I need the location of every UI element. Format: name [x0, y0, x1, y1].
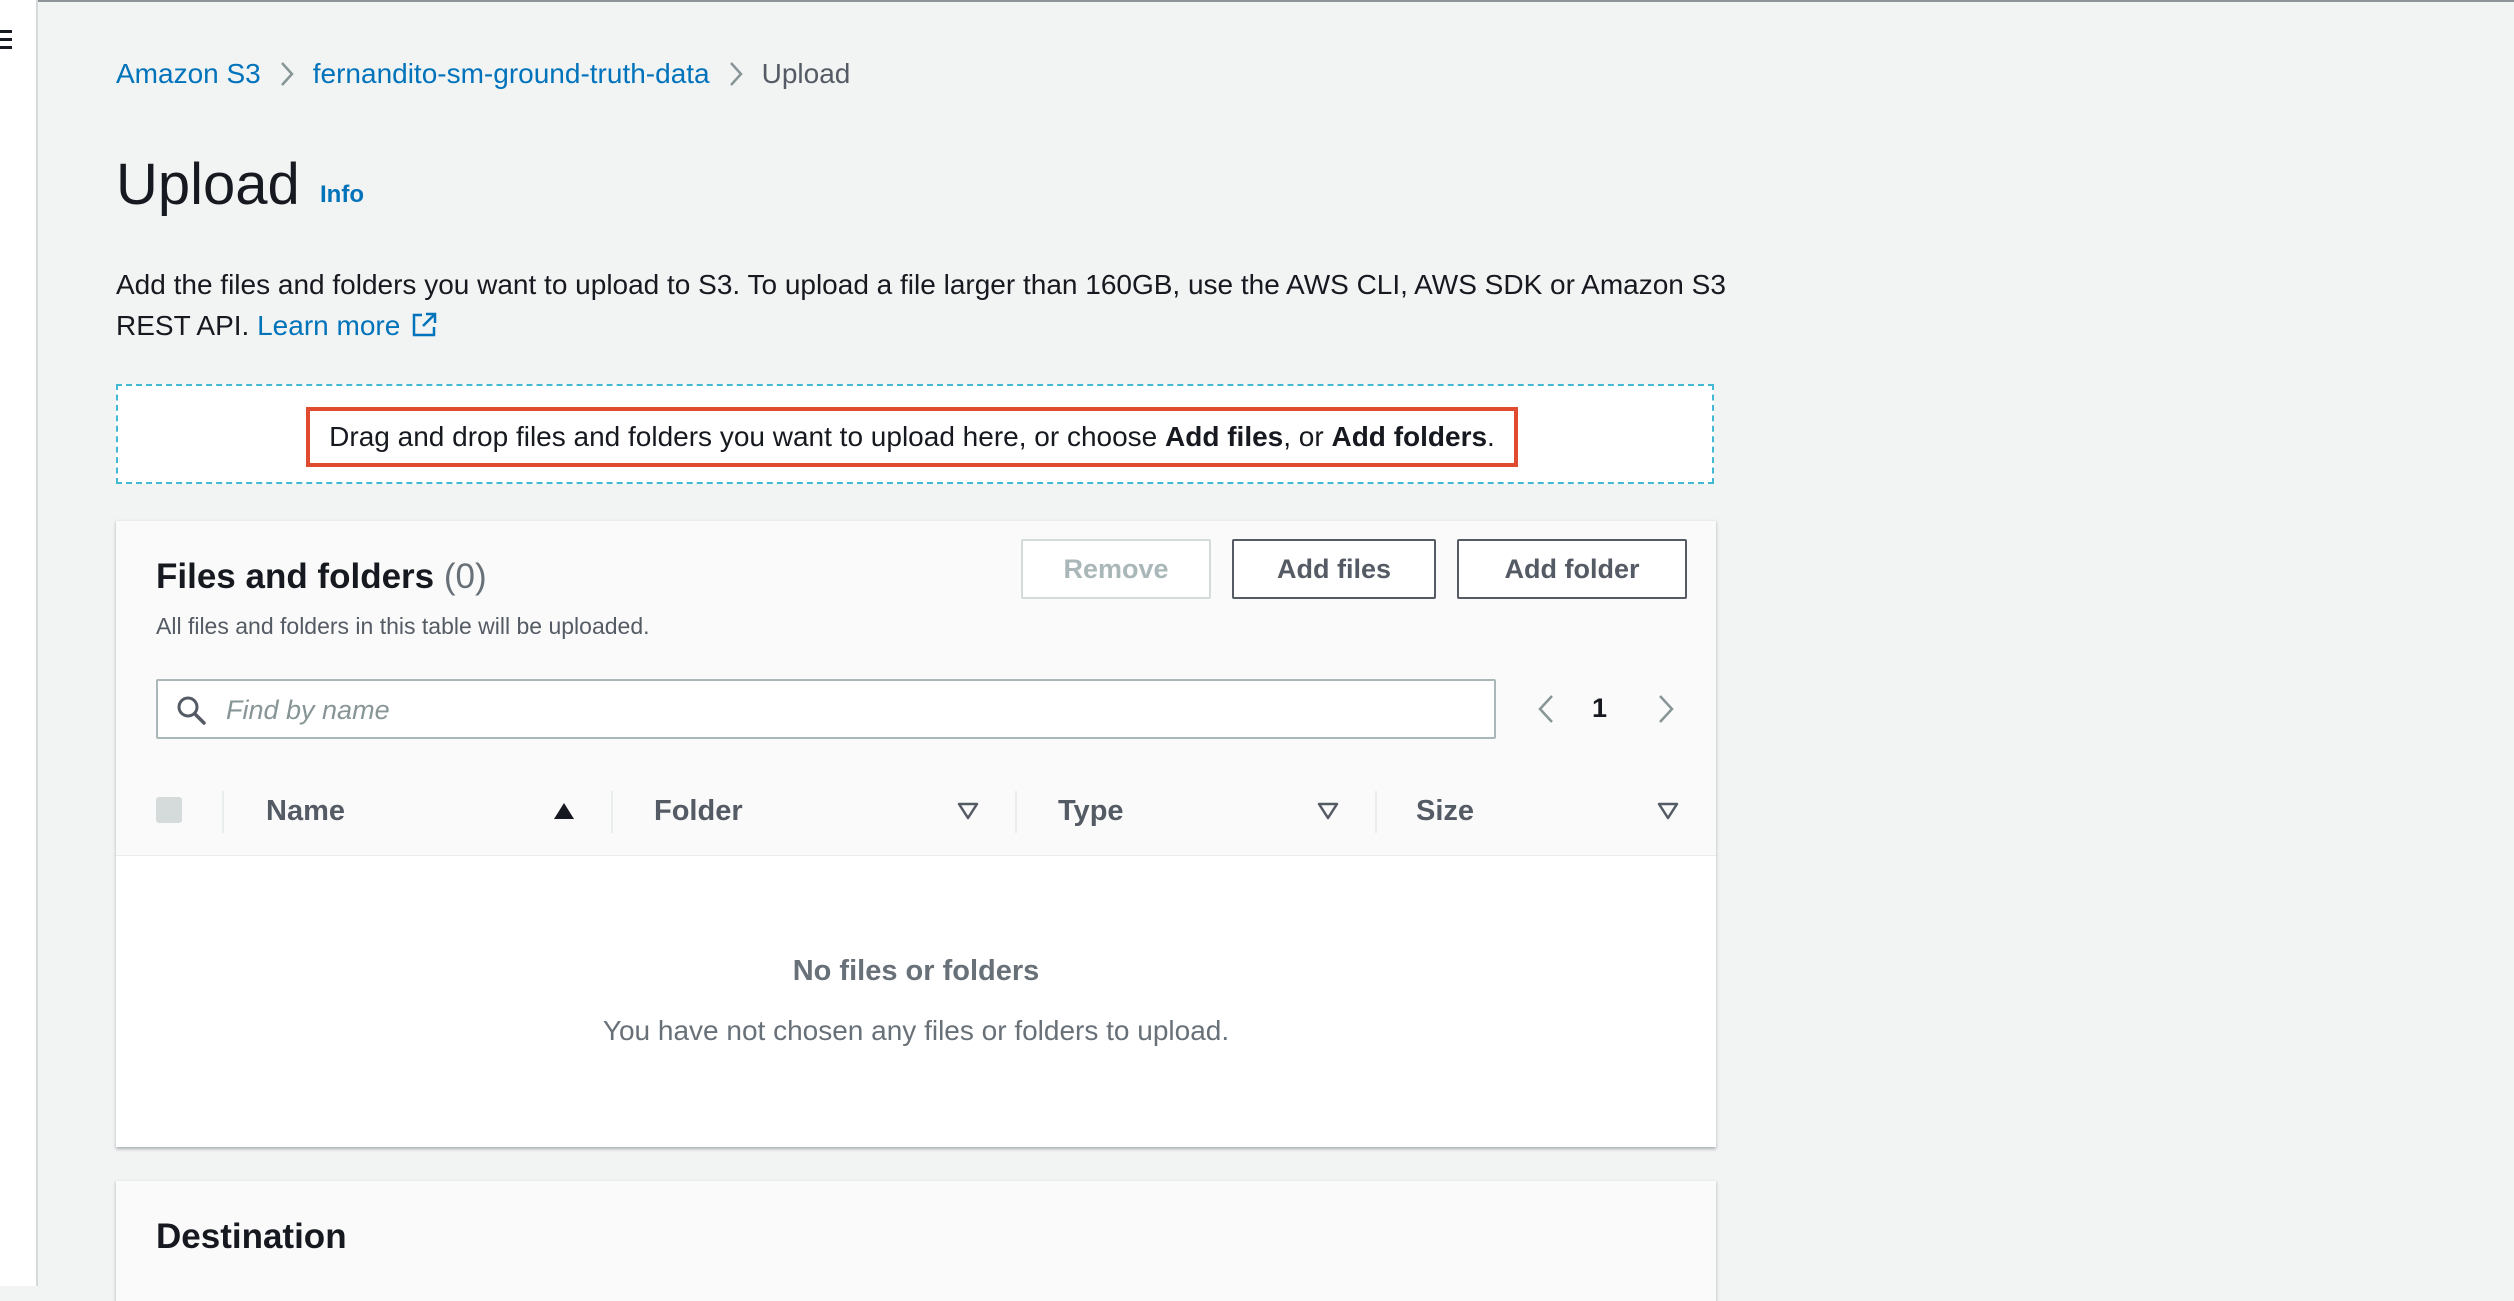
search-input[interactable] — [224, 691, 1478, 729]
current-page-number[interactable]: 1 — [1592, 693, 1607, 724]
panel-subtitle: All files and folders in this table will… — [156, 613, 650, 639]
panel-header: Files and folders (0) All files and fold… — [116, 521, 1716, 770]
column-header-folder[interactable]: Folder — [654, 795, 743, 828]
empty-state: No files or folders You have not chosen … — [116, 855, 1716, 1145]
empty-state-subtitle: You have not chosen any files or folders… — [602, 1015, 1230, 1046]
dropzone-add-folders: Add folders — [1331, 421, 1488, 452]
column-divider — [611, 791, 613, 833]
dropzone-middle: , or — [1283, 421, 1332, 452]
breadcrumb-amazon-s3[interactable]: Amazon S3 — [116, 58, 261, 90]
column-divider — [222, 791, 224, 833]
add-folder-button[interactable]: Add folder — [1457, 539, 1687, 599]
side-navigation-rail — [0, 0, 38, 1286]
destination-title: Destination — [156, 1217, 347, 1256]
sort-descending-outline-icon[interactable] — [1656, 801, 1680, 826]
info-link[interactable]: Info — [320, 181, 364, 209]
select-all-checkbox[interactable] — [156, 797, 182, 823]
destination-panel: Destination — [116, 1180, 1716, 1301]
page-title: Upload — [116, 152, 300, 217]
sort-descending-outline-icon[interactable] — [956, 801, 980, 826]
column-divider — [1015, 791, 1017, 833]
files-and-folders-panel: Files and folders (0) All files and fold… — [116, 520, 1716, 1147]
chevron-right-icon — [279, 61, 295, 87]
page-description: Add the files and folders you want to up… — [116, 264, 1726, 350]
dropzone-instructions: Drag and drop files and folders you want… — [306, 407, 1518, 467]
dropzone-suffix: . — [1487, 421, 1495, 452]
hamburger-icon[interactable] — [0, 30, 12, 52]
external-link-icon — [410, 309, 438, 350]
dropzone-add-files: Add files — [1165, 421, 1284, 452]
remove-button[interactable]: Remove — [1021, 539, 1211, 599]
sort-ascending-icon[interactable] — [552, 801, 576, 826]
top-border — [0, 0, 2514, 2]
breadcrumb-current: Upload — [761, 58, 851, 89]
add-files-button[interactable]: Add files — [1232, 539, 1436, 599]
chevron-right-icon — [728, 61, 744, 87]
panel-title-text: Files and folders — [156, 557, 435, 596]
column-header-name[interactable]: Name — [266, 795, 345, 828]
dropzone-prefix: Drag and drop files and folders you want… — [329, 421, 1166, 452]
table-header: Name Folder Type Size — [116, 769, 1716, 856]
breadcrumb-bucket[interactable]: fernandito-sm-ground-truth-data — [313, 58, 710, 90]
empty-state-title: No files or folders — [792, 955, 1040, 987]
file-count: (0) — [443, 557, 487, 596]
column-header-size[interactable]: Size — [1416, 795, 1474, 828]
search-icon — [176, 695, 206, 730]
search-box[interactable] — [156, 679, 1496, 739]
column-header-type[interactable]: Type — [1058, 795, 1124, 828]
next-page-icon[interactable] — [1656, 693, 1676, 730]
breadcrumb: Amazon S3 fernandito-sm-ground-truth-dat… — [116, 56, 850, 92]
learn-more-link[interactable]: Learn more — [257, 310, 438, 341]
panel-title: Files and folders (0) — [156, 557, 487, 597]
learn-more-label[interactable]: Learn more — [257, 310, 400, 341]
previous-page-icon[interactable] — [1536, 693, 1556, 730]
sort-descending-outline-icon[interactable] — [1316, 801, 1340, 826]
column-divider — [1375, 791, 1377, 833]
